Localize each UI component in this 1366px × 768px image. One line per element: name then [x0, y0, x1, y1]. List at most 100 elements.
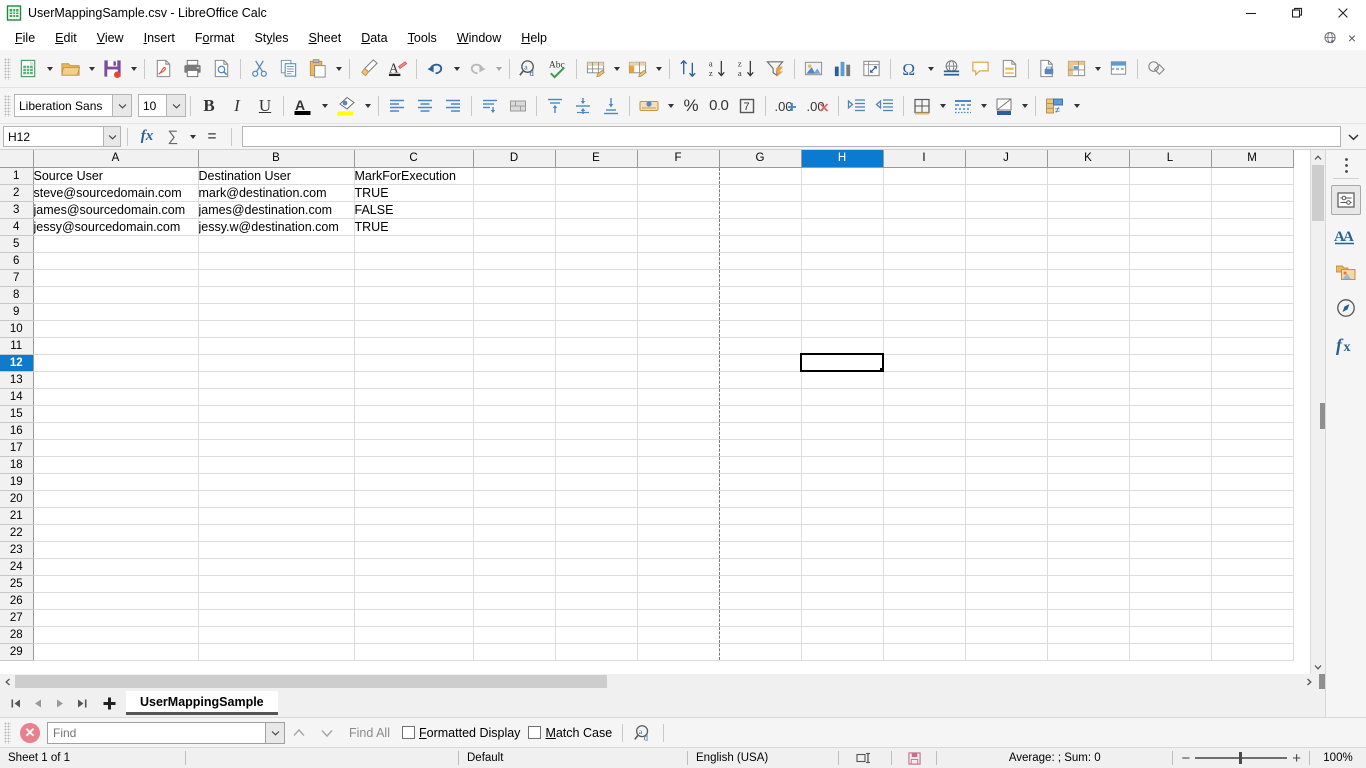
- cell-a25[interactable]: [33, 575, 199, 593]
- cell-b16[interactable]: [198, 422, 355, 440]
- cell-b1[interactable]: Destination User: [198, 167, 355, 185]
- row-header-28[interactable]: 28: [0, 626, 34, 644]
- cell-b25[interactable]: [198, 575, 355, 593]
- cell-i3[interactable]: [883, 201, 966, 219]
- cell-c25[interactable]: [354, 575, 474, 593]
- zoom-slider-thumb[interactable]: [1239, 752, 1243, 764]
- freeze-dropdown[interactable]: [1091, 54, 1104, 84]
- cell-k16[interactable]: [1047, 422, 1130, 440]
- cell-f10[interactable]: [637, 320, 720, 338]
- cell-a1[interactable]: Source User: [33, 167, 199, 185]
- cell-e10[interactable]: [555, 320, 638, 338]
- cell-b20[interactable]: [198, 490, 355, 508]
- cell-c11[interactable]: [354, 337, 474, 355]
- cell-h23[interactable]: [801, 541, 884, 559]
- cell-i14[interactable]: [883, 388, 966, 406]
- cell-h21[interactable]: [801, 507, 884, 525]
- menu-sheet[interactable]: Sheet: [299, 28, 352, 48]
- previous-sheet-button[interactable]: [28, 692, 48, 714]
- column-header-h[interactable]: H: [801, 150, 884, 168]
- cell-a21[interactable]: [33, 507, 199, 525]
- cell-g4[interactable]: [719, 218, 802, 236]
- cell-f11[interactable]: [637, 337, 720, 355]
- cell-m26[interactable]: [1211, 592, 1294, 610]
- horizontal-scrollbar[interactable]: [0, 674, 1325, 689]
- split-window-button[interactable]: [1104, 54, 1133, 84]
- cell-h28[interactable]: [801, 626, 884, 644]
- print-preview-button[interactable]: [207, 54, 236, 84]
- cell-d22[interactable]: [473, 524, 556, 542]
- cell-a11[interactable]: [33, 337, 199, 355]
- cell-m12[interactable]: [1211, 354, 1294, 372]
- cell-f26[interactable]: [637, 592, 720, 610]
- menu-format[interactable]: Format: [185, 28, 245, 48]
- cell-b26[interactable]: [198, 592, 355, 610]
- cell-h15[interactable]: [801, 405, 884, 423]
- cell-a6[interactable]: [33, 252, 199, 270]
- cell-b6[interactable]: [198, 252, 355, 270]
- cell-d20[interactable]: [473, 490, 556, 508]
- cell-a5[interactable]: [33, 235, 199, 253]
- cell-e20[interactable]: [555, 490, 638, 508]
- cell-h26[interactable]: [801, 592, 884, 610]
- cell-c17[interactable]: [354, 439, 474, 457]
- cell-g2[interactable]: [719, 184, 802, 202]
- cell-f6[interactable]: [637, 252, 720, 270]
- cell-d11[interactable]: [473, 337, 556, 355]
- cell-e6[interactable]: [555, 252, 638, 270]
- cell-e27[interactable]: [555, 609, 638, 627]
- cell-i18[interactable]: [883, 456, 966, 474]
- cell-m6[interactable]: [1211, 252, 1294, 270]
- cell-g11[interactable]: [719, 337, 802, 355]
- cell-l28[interactable]: [1129, 626, 1212, 644]
- cell-l10[interactable]: [1129, 320, 1212, 338]
- cell-c12[interactable]: [354, 354, 474, 372]
- cell-d8[interactable]: [473, 286, 556, 304]
- menu-view[interactable]: View: [87, 28, 134, 48]
- cell-j2[interactable]: [965, 184, 1048, 202]
- cell-l9[interactable]: [1129, 303, 1212, 321]
- vertical-scrollbar[interactable]: [1310, 150, 1325, 674]
- menu-data[interactable]: Data: [351, 28, 397, 48]
- headers-and-footers-button[interactable]: [995, 54, 1024, 84]
- cell-b14[interactable]: [198, 388, 355, 406]
- cell-k25[interactable]: [1047, 575, 1130, 593]
- cell-m19[interactable]: [1211, 473, 1294, 491]
- export-pdf-button[interactable]: [149, 54, 178, 84]
- sort-descending-button[interactable]: z a: [732, 54, 761, 84]
- row-header-18[interactable]: 18: [0, 456, 34, 474]
- find-input-dropdown-icon[interactable]: [265, 722, 284, 743]
- cell-d1[interactable]: [473, 167, 556, 185]
- name-box[interactable]: H12: [3, 126, 121, 147]
- cell-i7[interactable]: [883, 269, 966, 287]
- select-all-corner[interactable]: [0, 150, 34, 168]
- add-decimal-place-button[interactable]: .00: [770, 91, 802, 121]
- find-previous-button[interactable]: [285, 721, 313, 745]
- open-document-button[interactable]: [56, 54, 85, 84]
- cell-c9[interactable]: [354, 303, 474, 321]
- cell-a17[interactable]: [33, 439, 199, 457]
- cell-d10[interactable]: [473, 320, 556, 338]
- cell-i17[interactable]: [883, 439, 966, 457]
- cell-m2[interactable]: [1211, 184, 1294, 202]
- expand-formula-bar-button[interactable]: [1343, 126, 1363, 148]
- vertical-scroll-track[interactable]: [1311, 165, 1325, 659]
- cell-h25[interactable]: [801, 575, 884, 593]
- zoom-in-button[interactable]: +: [1292, 750, 1301, 767]
- row-header-11[interactable]: 11: [0, 337, 34, 355]
- cell-k2[interactable]: [1047, 184, 1130, 202]
- cell-h18[interactable]: [801, 456, 884, 474]
- next-sheet-button[interactable]: [50, 692, 70, 714]
- cell-c24[interactable]: [354, 558, 474, 576]
- cell-j26[interactable]: [965, 592, 1048, 610]
- cell-b12[interactable]: [198, 354, 355, 372]
- row-button[interactable]: [581, 54, 610, 84]
- cell-e15[interactable]: [555, 405, 638, 423]
- match-case-checkbox-box[interactable]: [528, 726, 542, 739]
- status-page-style[interactable]: Default: [459, 748, 687, 768]
- undo-button[interactable]: [421, 54, 450, 84]
- cell-i2[interactable]: [883, 184, 966, 202]
- cell-l21[interactable]: [1129, 507, 1212, 525]
- cell-l25[interactable]: [1129, 575, 1212, 593]
- status-zoom-level[interactable]: 100%: [1310, 748, 1366, 768]
